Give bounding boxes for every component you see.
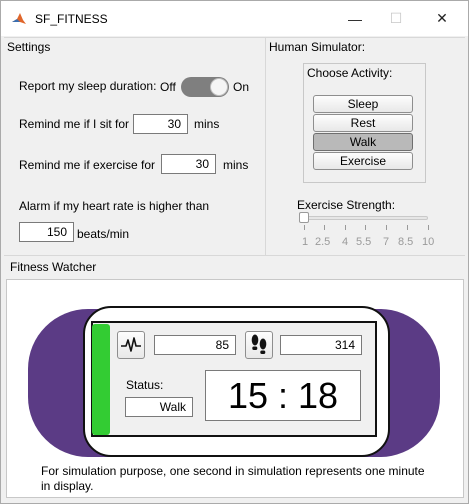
steps-button[interactable] (245, 331, 273, 359)
settings-panel-title: Settings (7, 40, 51, 54)
activity-sleep-button[interactable]: Sleep (313, 95, 413, 113)
slider-tick-label: 10 (422, 236, 435, 248)
minimize-button[interactable]: — (332, 1, 378, 36)
middle-divider (4, 255, 465, 256)
slider-tick (428, 225, 429, 230)
activity-exercise-button[interactable]: Exercise (313, 152, 413, 170)
exercise-minutes-input[interactable]: 30 (161, 154, 216, 174)
fitness-watcher-panel-title: Fitness Watcher (10, 260, 97, 274)
slider-tick (345, 225, 346, 230)
slider-tick (324, 225, 325, 230)
sleep-report-toggle[interactable] (181, 77, 229, 97)
activity-rest-button[interactable]: Rest (313, 114, 413, 132)
activity-walk-button[interactable]: Walk (313, 133, 413, 151)
exercise-reminder-label: Remind me if exercise for (19, 158, 156, 172)
heart-rate-threshold-input[interactable]: 150 (19, 222, 74, 242)
status-display: Walk (125, 397, 193, 417)
exercise-strength-label: Exercise Strength: (297, 198, 396, 212)
sleep-on-label: On (233, 80, 250, 94)
heartbeat-icon (121, 337, 141, 352)
simulator-panel-title: Human Simulator: (269, 40, 366, 54)
slider-tick (365, 225, 366, 230)
maximize-icon: ☐ (389, 10, 403, 26)
sleep-report-label: Report my sleep duration: (19, 79, 157, 93)
simulation-note: For simulation purpose, one second in si… (41, 464, 425, 493)
footsteps-icon (251, 334, 267, 354)
top-divider (4, 37, 465, 38)
window-title: SF_FITNESS (35, 12, 108, 26)
heart-alarm-label: Alarm if my heart rate is higher than (19, 199, 210, 213)
app-window: SF_FITNESS — ☐ ✕ Settings Report my slee… (0, 0, 469, 504)
slider-tick-label: 8.5 (398, 236, 414, 248)
sit-reminder-label: Remind me if I sit for (19, 117, 130, 131)
slider-tick (304, 225, 305, 230)
heart-rate-unit-label: beats/min (77, 227, 130, 241)
close-button[interactable]: ✕ (419, 1, 465, 36)
step-count-display: 314 (280, 335, 362, 355)
slider-tick-label: 1 (302, 236, 309, 248)
exercise-unit-label: mins (223, 158, 249, 172)
slider-tick-label: 5.5 (356, 236, 372, 248)
choose-activity-label: Choose Activity: (307, 66, 393, 80)
status-label: Status: (126, 378, 164, 392)
slider-tick (386, 225, 387, 230)
sleep-off-label: Off (160, 80, 176, 94)
close-icon: ✕ (436, 10, 448, 26)
heart-rate-button[interactable] (117, 331, 145, 359)
slider-tick-label: 2.5 (315, 236, 331, 248)
slider-tick-label: 7 (383, 236, 390, 248)
exercise-strength-slider[interactable] (302, 216, 428, 220)
sit-minutes-input[interactable]: 30 (133, 114, 188, 134)
slider-thumb[interactable] (299, 212, 309, 223)
panel-divider (265, 37, 266, 255)
maximize-button: ☐ (373, 1, 419, 36)
matlab-logo-icon (12, 13, 26, 24)
battery-level-bar (92, 324, 110, 435)
toggle-knob (210, 78, 228, 96)
heart-rate-display: 85 (154, 335, 236, 355)
title-bar: SF_FITNESS — ☐ ✕ (1, 1, 468, 36)
sit-unit-label: mins (194, 117, 220, 131)
slider-tick (407, 225, 408, 230)
slider-tick-label: 4 (342, 236, 349, 248)
minimize-icon: — (348, 10, 362, 27)
time-display: 15 : 18 (205, 370, 361, 421)
